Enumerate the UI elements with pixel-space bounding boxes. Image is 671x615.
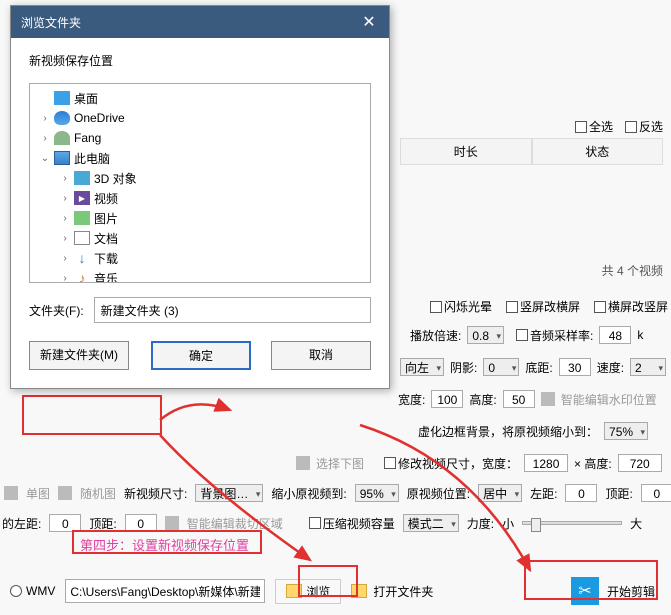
opt-h2v[interactable]: 横屏改竖屏 — [594, 298, 668, 315]
dialog-title: 浏览文件夹 — [21, 14, 81, 31]
expand-icon[interactable]: › — [60, 193, 70, 204]
audiorate-input[interactable]: 48 — [599, 326, 631, 344]
tree-item[interactable]: › 图片 — [34, 208, 366, 228]
mode[interactable]: 模式二 — [403, 514, 459, 532]
tree-item[interactable]: 桌面 — [34, 88, 366, 108]
origpos[interactable]: 居中 — [478, 484, 522, 502]
mod-width[interactable]: 1280 — [524, 454, 568, 472]
tree-item[interactable]: › OneDrive — [34, 108, 366, 128]
crop-icon — [165, 516, 179, 530]
dir-select[interactable]: 向左 — [400, 358, 444, 376]
tree-label: 下载 — [94, 250, 118, 267]
col-duration: 时长 — [400, 138, 532, 165]
random-icon — [58, 486, 72, 500]
opt-flash[interactable]: 闪烁光晕 — [430, 298, 492, 315]
folder-field-label: 文件夹(F): — [29, 302, 84, 319]
wm-icon — [541, 392, 555, 406]
power-slider[interactable] — [522, 521, 622, 525]
video-count: 共 4 个视频 — [602, 262, 663, 279]
playspeed[interactable]: 0.8 — [467, 326, 504, 344]
tree-label: 桌面 — [74, 90, 98, 107]
left2[interactable]: 0 — [49, 514, 81, 532]
arrow-1 — [150, 390, 250, 430]
save-path[interactable] — [65, 579, 265, 603]
ok-button[interactable]: 确定 — [151, 341, 251, 370]
tree-item[interactable]: › 文档 — [34, 228, 366, 248]
tree-item[interactable]: › ♪ 音乐 — [34, 268, 366, 283]
fmt-wmv[interactable]: WMV — [10, 584, 55, 598]
shadow[interactable]: 0 — [483, 358, 519, 376]
dialog-subtitle: 新视频保存位置 — [29, 52, 371, 69]
top-dist[interactable]: 0 — [641, 484, 671, 502]
expand-icon[interactable]: › — [60, 233, 70, 244]
vid-icon: ▶ — [74, 191, 90, 205]
user-icon — [54, 131, 70, 145]
new-folder-button[interactable]: 新建文件夹(M) — [29, 341, 129, 370]
expand-icon[interactable]: › — [60, 273, 70, 284]
scissors-icon: ✂ — [571, 577, 599, 605]
opt-compress[interactable]: 压缩视频容量 — [309, 515, 395, 532]
expand-icon[interactable]: › — [60, 253, 70, 264]
tree-item[interactable]: › ↓ 下载 — [34, 248, 366, 268]
expand-icon[interactable]: › — [60, 213, 70, 224]
opt-audiorate[interactable]: 音频采样率: — [516, 327, 593, 344]
dl-icon: ↓ — [74, 251, 90, 265]
shrink[interactable]: 95% — [355, 484, 399, 502]
expand-icon[interactable]: › — [60, 173, 70, 184]
doc-icon — [74, 231, 90, 245]
wm-width[interactable]: 100 — [431, 390, 463, 408]
browse-button[interactable]: 浏览 — [275, 579, 341, 604]
tree-item[interactable]: › Fang — [34, 128, 366, 148]
vborder-pct[interactable]: 75% — [604, 422, 648, 440]
mod-height[interactable]: 720 — [618, 454, 662, 472]
pc-icon — [54, 151, 70, 165]
folder-tree[interactable]: 桌面 › OneDrive › Fang ⌄ 此电脑 › 3D 对象 › ▶ 视频 › 图片 › 文档 › ↓ 下载… — [29, 83, 371, 283]
opt-v2h[interactable]: 竖屏改横屏 — [506, 298, 580, 315]
wm-height[interactable]: 50 — [503, 390, 535, 408]
pick-icon — [296, 456, 310, 470]
step-hint: 第四步：设置新视频保存位置 — [80, 535, 249, 554]
start-button[interactable]: ✂ 开始剪辑 — [563, 575, 663, 607]
browse-folder-dialog: 浏览文件夹 ✕ 新视频保存位置 桌面 › OneDrive › Fang ⌄ 此电脑 › 3D … — [10, 5, 390, 389]
tree-label: 此电脑 — [74, 150, 110, 167]
col-status: 状态 — [532, 138, 664, 165]
select-all[interactable]: 全选 — [575, 118, 613, 135]
tree-label: 3D 对象 — [94, 170, 137, 187]
tree-label: 文档 — [94, 230, 118, 247]
top2[interactable]: 0 — [125, 514, 157, 532]
left-dist[interactable]: 0 — [565, 484, 597, 502]
cloud-icon — [54, 111, 70, 125]
folder-icon — [351, 584, 367, 598]
cancel-button[interactable]: 取消 — [271, 341, 371, 370]
tree-label: 视频 — [94, 190, 118, 207]
bottom-dist[interactable]: 30 — [559, 358, 591, 376]
folder-icon — [286, 584, 302, 598]
pic-icon — [74, 211, 90, 225]
tree-item[interactable]: › 3D 对象 — [34, 168, 366, 188]
expand-icon[interactable]: › — [40, 113, 50, 124]
tree-label: 图片 — [94, 210, 118, 227]
tree-item[interactable]: › ▶ 视频 — [34, 188, 366, 208]
tree-label: OneDrive — [74, 111, 125, 125]
open-folder[interactable]: 打开文件夹 — [351, 583, 433, 600]
expand-icon[interactable]: › — [40, 133, 50, 144]
folder-name-input[interactable] — [94, 297, 371, 323]
mus-icon: ♪ — [74, 271, 90, 283]
single-icon — [4, 486, 18, 500]
desk-icon — [54, 91, 70, 105]
expand-icon[interactable]: ⌄ — [40, 153, 50, 164]
obj3d-icon — [74, 171, 90, 185]
newsize[interactable]: 背景图… — [195, 484, 263, 502]
invert-select[interactable]: 反选 — [625, 118, 663, 135]
tree-label: 音乐 — [94, 270, 118, 284]
tree-item[interactable]: ⌄ 此电脑 — [34, 148, 366, 168]
speed[interactable]: 2 — [630, 358, 666, 376]
highlight-newfolder — [22, 395, 162, 435]
tree-label: Fang — [74, 131, 101, 145]
opt-modsize[interactable]: 修改视频尺寸，宽度： — [384, 455, 518, 472]
close-icon[interactable]: ✕ — [359, 12, 379, 32]
